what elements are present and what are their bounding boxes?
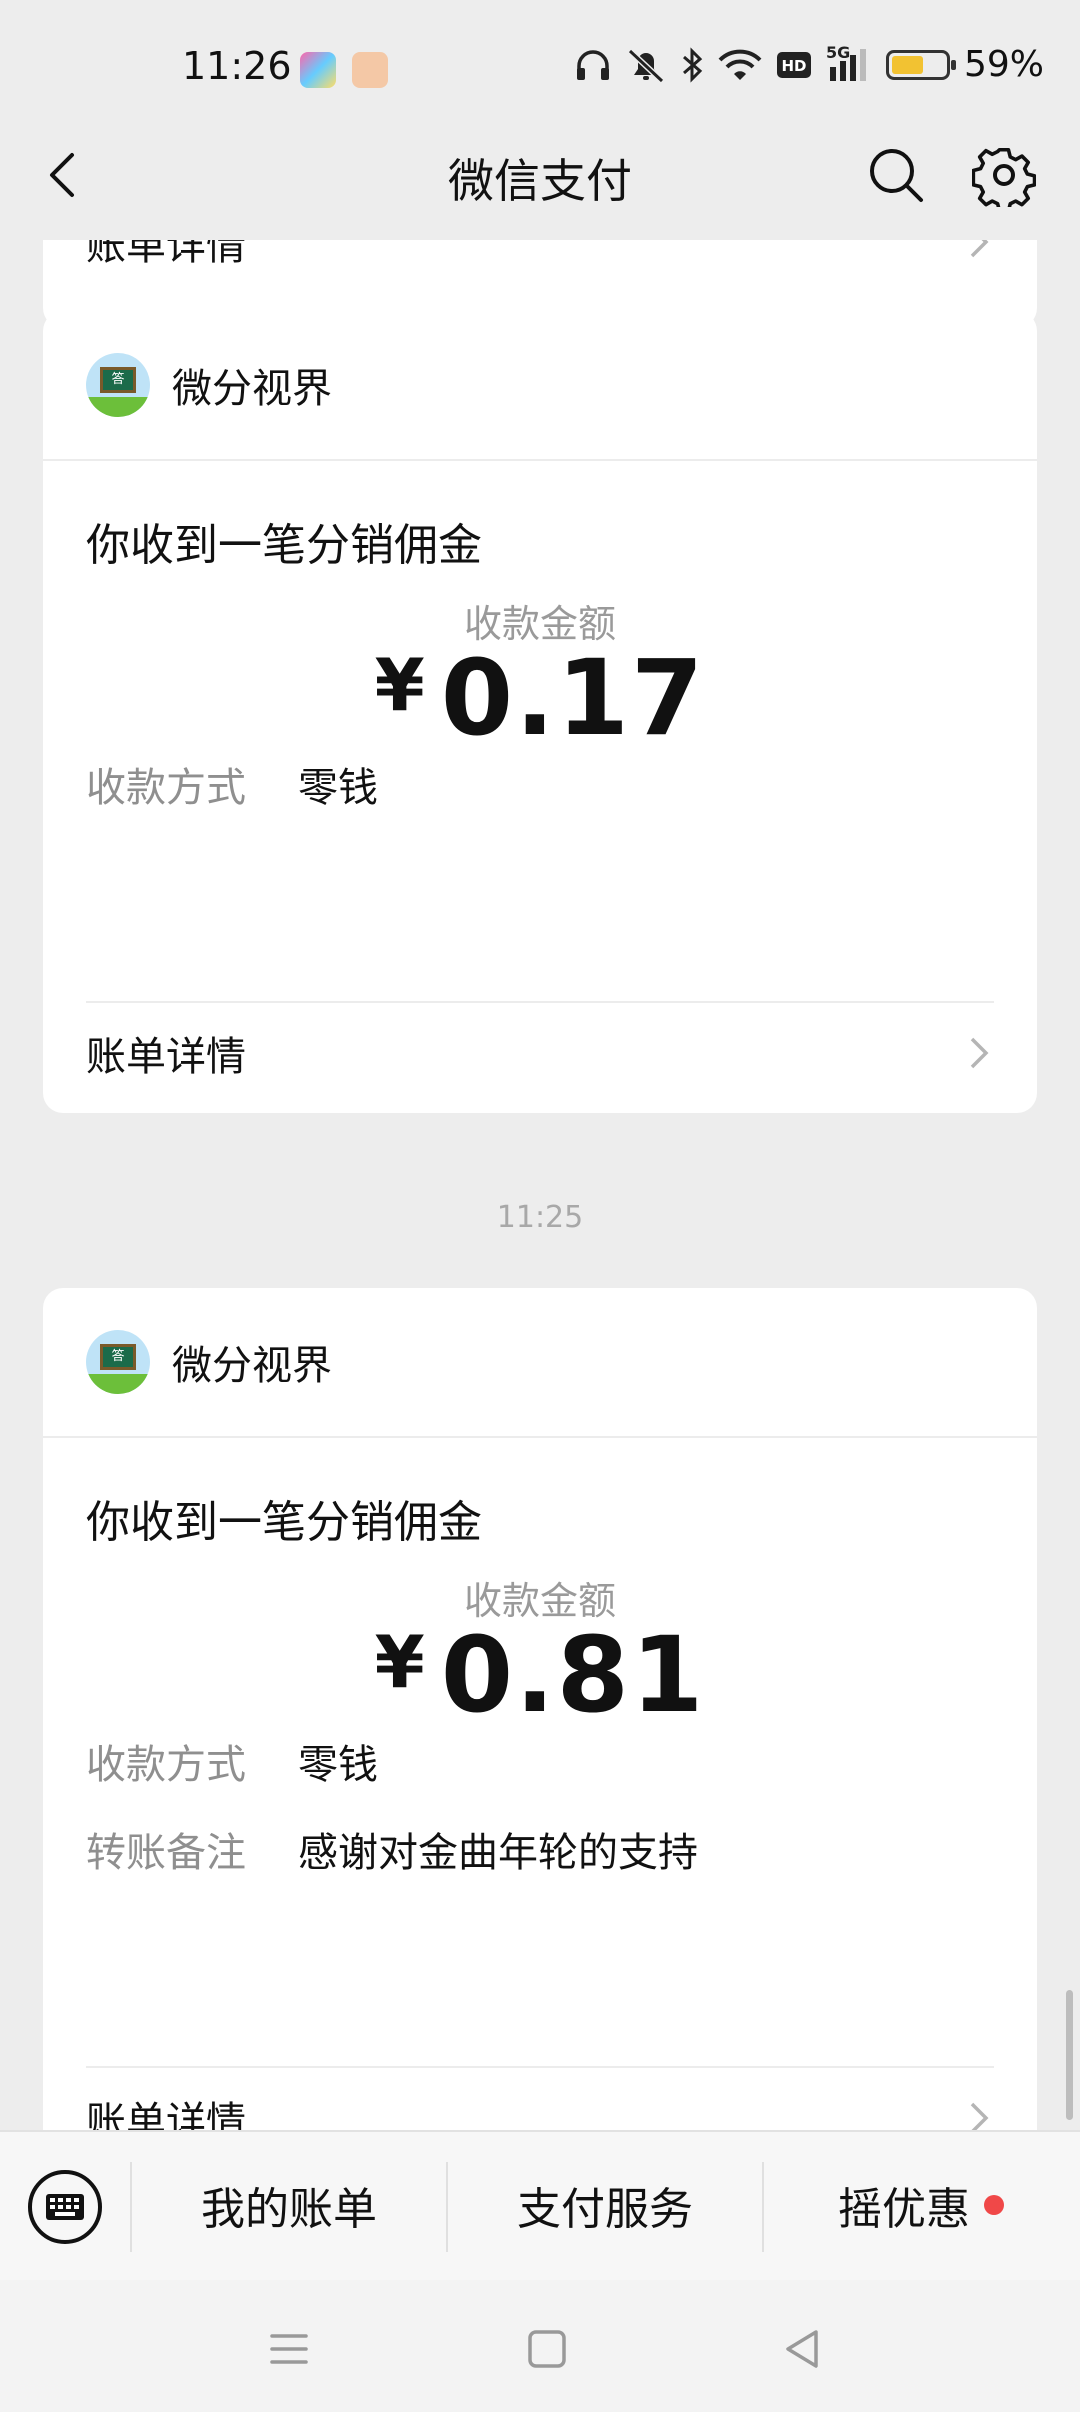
search-icon[interactable] <box>866 145 926 205</box>
battery-percent: 59% <box>963 44 1044 85</box>
bill-detail-label: 账单详情 <box>86 1034 246 1080</box>
divider <box>43 459 1037 461</box>
menu-shake-discount[interactable]: 摇优惠 <box>764 2132 1078 2278</box>
hd-icon: HD <box>776 51 811 78</box>
message-list[interactable]: 账单详情 答 微分视界 你收到一笔分销佣金 收款金额 ¥0.17 收款方式 零钱… <box>0 240 1080 2130</box>
scrollbar[interactable] <box>1066 1990 1073 2120</box>
field-row: 收款方式 零钱 <box>86 755 378 813</box>
message-headline: 你收到一笔分销佣金 <box>86 520 482 571</box>
home-icon[interactable] <box>522 2324 572 2374</box>
menu-label: 摇优惠 <box>838 2184 970 2235</box>
mute-icon <box>627 48 665 83</box>
bill-detail-label: 账单详情 <box>86 2099 246 2130</box>
notification-avatar-icon <box>352 52 388 88</box>
message-timestamp: 11:25 <box>496 1200 584 1235</box>
divider <box>43 1436 1037 1438</box>
amount-value: ¥0.81 <box>43 1614 1037 1736</box>
merchant-avatar: 答 <box>86 353 150 417</box>
notification-app-icon <box>300 52 336 88</box>
field-key: 收款方式 <box>86 765 246 811</box>
field-row: 转账备注 感谢对金曲年轮的支持 <box>86 1820 698 1878</box>
currency-symbol: ¥ <box>374 1620 427 1704</box>
wifi-icon <box>718 49 762 80</box>
battery-icon <box>885 49 956 80</box>
notification-dot <box>984 2195 1004 2215</box>
bluetooth-icon <box>682 46 703 83</box>
payment-message-card: 答 微分视界 你收到一笔分销佣金 收款金额 ¥0.81 收款方式 零钱 转账备注… <box>43 1288 1037 2130</box>
bottom-menu: 我的账单 支付服务 摇优惠 <box>0 2130 1080 2280</box>
bill-detail-row[interactable]: 账单详情 <box>86 2068 994 2130</box>
merchant-name: 微分视界 <box>172 366 332 412</box>
menu-my-bills[interactable]: 我的账单 <box>132 2132 446 2278</box>
signal-icon: 5G <box>826 43 872 83</box>
menu-label: 支付服务 <box>517 2184 693 2235</box>
currency-symbol: ¥ <box>374 643 427 727</box>
merchant-header[interactable]: 答 微分视界 <box>86 1330 332 1394</box>
svg-text:HD: HD <box>781 57 806 75</box>
field-key: 转账备注 <box>86 1830 246 1876</box>
bill-detail-row[interactable]: 账单详情 <box>86 1003 994 1103</box>
chevron-right-icon <box>970 2102 989 2130</box>
menu-payment-services[interactable]: 支付服务 <box>448 2132 762 2278</box>
field-key: 收款方式 <box>86 1742 246 1788</box>
chevron-right-icon <box>970 1037 989 1069</box>
menu-icon[interactable] <box>264 2324 314 2374</box>
headphones-icon <box>576 49 609 80</box>
app-header: 微信支付 <box>0 115 1080 240</box>
system-nav-bar <box>0 2280 1080 2412</box>
chevron-right-icon <box>970 240 989 258</box>
back-icon[interactable] <box>778 2324 828 2374</box>
status-time: 11:26 <box>182 44 292 88</box>
gear-icon[interactable] <box>972 143 1036 207</box>
bill-detail-row[interactable]: 账单详情 <box>86 240 994 292</box>
amount-number: 0.17 <box>440 637 706 759</box>
amount-number: 0.81 <box>440 1614 706 1736</box>
field-value: 零钱 <box>298 765 378 811</box>
keyboard-icon[interactable] <box>28 2170 102 2244</box>
field-row: 收款方式 零钱 <box>86 1732 378 1790</box>
menu-label: 我的账单 <box>201 2184 377 2235</box>
merchant-header[interactable]: 答 微分视界 <box>86 353 332 417</box>
field-value: 零钱 <box>298 1742 378 1788</box>
bill-detail-label: 账单详情 <box>86 240 246 269</box>
field-value: 感谢对金曲年轮的支持 <box>298 1830 698 1876</box>
message-headline: 你收到一笔分销佣金 <box>86 1497 482 1548</box>
merchant-name: 微分视界 <box>172 1343 332 1389</box>
merchant-avatar: 答 <box>86 1330 150 1394</box>
amount-value: ¥0.17 <box>43 637 1037 759</box>
payment-message-card: 答 微分视界 你收到一笔分销佣金 收款金额 ¥0.17 收款方式 零钱 账单详情 <box>43 311 1037 1113</box>
